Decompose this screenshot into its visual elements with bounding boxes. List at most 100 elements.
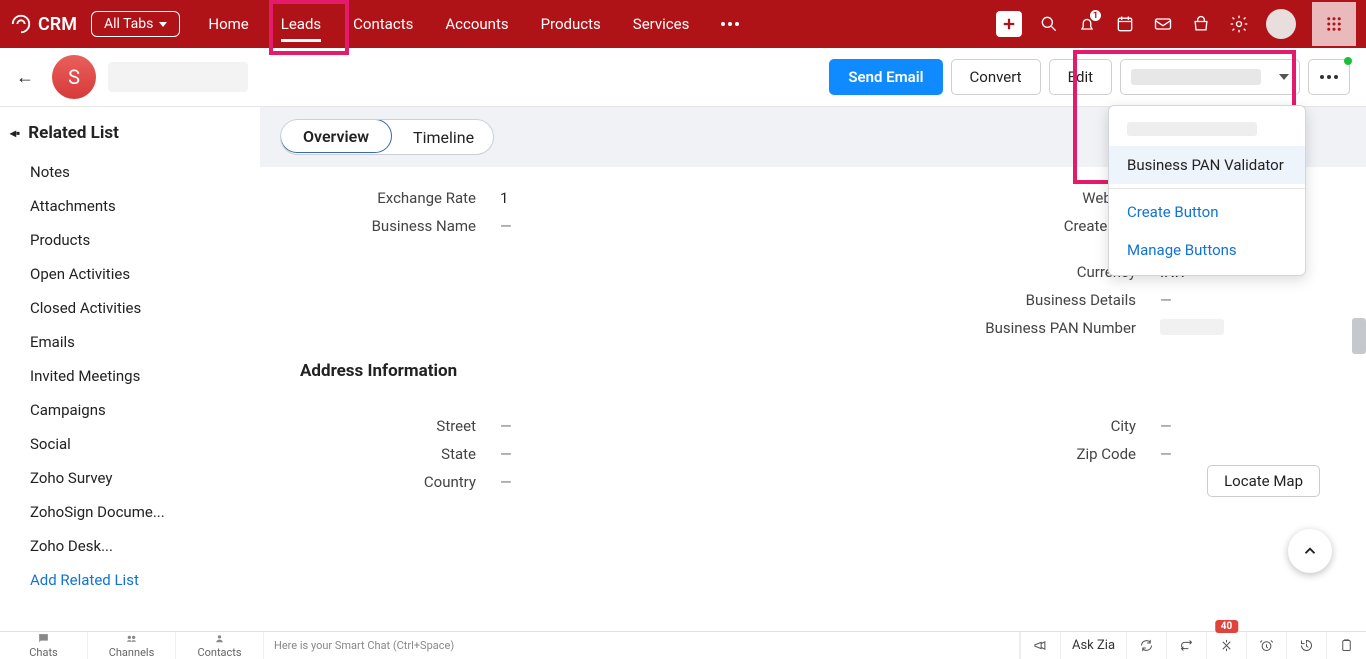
notification-icon[interactable]: 1 xyxy=(1076,13,1098,35)
label-street: Street xyxy=(300,417,500,435)
history-icon[interactable] xyxy=(1286,632,1326,659)
tab-overview[interactable]: Overview xyxy=(280,119,392,153)
channels-icon xyxy=(125,632,138,645)
back-arrow-icon[interactable]: ← xyxy=(16,67,34,88)
bottom-contacts-label: Contacts xyxy=(197,646,241,659)
refresh-icon[interactable] xyxy=(1126,632,1166,659)
value-city: — xyxy=(1160,417,1172,435)
value-country: — xyxy=(500,473,512,491)
lead-avatar: S xyxy=(52,55,96,99)
all-tabs-button[interactable]: All Tabs xyxy=(91,11,180,37)
value-street: — xyxy=(500,417,512,435)
bottom-bar: Chats Channels Contacts Here is your Sma… xyxy=(0,631,1366,659)
related-campaigns[interactable]: Campaigns xyxy=(10,393,250,427)
related-open-activities[interactable]: Open Activities xyxy=(10,257,250,291)
tab-contacts[interactable]: Contacts xyxy=(353,0,413,48)
related-list-pane: ◂▪ Related List Notes Attachments Produc… xyxy=(0,107,260,631)
dropdown-selected xyxy=(1131,69,1261,85)
label-business-name: Business Name xyxy=(300,217,500,253)
tab-services[interactable]: Services xyxy=(633,0,690,48)
label-zip: Zip Code xyxy=(840,445,1160,463)
sync-icon[interactable] xyxy=(1166,632,1206,659)
announce-icon[interactable] xyxy=(1020,632,1060,659)
label-business-details: Business Details xyxy=(840,291,1160,309)
scrollbar[interactable] xyxy=(1352,154,1366,554)
lead-name xyxy=(108,62,248,92)
locate-map-button[interactable]: Locate Map xyxy=(1207,465,1320,497)
caret-down-icon xyxy=(1279,74,1289,80)
clipboard-icon[interactable] xyxy=(1326,632,1366,659)
menu-item-bpv[interactable]: Business PAN Validator xyxy=(1109,146,1305,184)
section-address: Address Information xyxy=(300,361,1326,381)
menu-create-button[interactable]: Create Button xyxy=(1109,193,1305,231)
related-closed-activities[interactable]: Closed Activities xyxy=(10,291,250,325)
bottom-channels-label: Channels xyxy=(109,646,155,659)
value-business-name: — xyxy=(500,217,512,253)
zia-icon[interactable]: 40 xyxy=(1206,632,1246,659)
mail-icon[interactable] xyxy=(1152,13,1174,35)
alarm-icon[interactable] xyxy=(1246,632,1286,659)
bottom-contacts[interactable]: Contacts xyxy=(176,632,264,659)
label-business-pan: Business PAN Number xyxy=(840,319,1160,339)
calendar-icon[interactable] xyxy=(1114,13,1136,35)
zoho-icon xyxy=(10,13,32,35)
value-business-pan xyxy=(1160,319,1224,335)
status-dot-icon xyxy=(1344,57,1352,65)
store-icon[interactable] xyxy=(1190,13,1212,35)
header-actions: Send Email Convert Edit xyxy=(829,59,1350,95)
top-nav: CRM All Tabs Home Leads Contacts Account… xyxy=(0,0,1366,48)
more-actions-button[interactable] xyxy=(1308,59,1350,95)
related-social[interactable]: Social xyxy=(10,427,250,461)
related-zoho-survey[interactable]: Zoho Survey xyxy=(10,461,250,495)
app-switcher-icon[interactable] xyxy=(1312,2,1356,46)
add-related-list[interactable]: Add Related List xyxy=(10,563,250,597)
smart-chat-input[interactable]: Here is your Smart Chat (Ctrl+Space) xyxy=(264,632,1020,659)
related-invited-meetings[interactable]: Invited Meetings xyxy=(10,359,250,393)
related-emails[interactable]: Emails xyxy=(10,325,250,359)
related-zohosign-docs[interactable]: ZohoSign Docume... xyxy=(10,495,250,529)
gear-icon[interactable] xyxy=(1228,13,1250,35)
tab-accounts[interactable]: Accounts xyxy=(445,0,508,48)
bottom-chats[interactable]: Chats xyxy=(0,632,88,659)
tab-leads[interactable]: Leads xyxy=(281,0,321,48)
related-list-header: ◂▪ Related List xyxy=(10,123,250,143)
menu-separator xyxy=(1109,188,1305,189)
bottom-chats-label: Chats xyxy=(29,646,57,659)
related-products[interactable]: Products xyxy=(10,223,250,257)
menu-manage-buttons[interactable]: Manage Buttons xyxy=(1109,231,1305,269)
collapse-icon[interactable]: ◂▪ xyxy=(10,126,20,140)
value-state: — xyxy=(500,445,512,463)
menu-item-masked[interactable] xyxy=(1109,112,1305,146)
custom-button-menu: Business PAN Validator Create Button Man… xyxy=(1108,105,1306,276)
app-logo: CRM xyxy=(10,13,77,35)
related-list-title: Related List xyxy=(28,123,119,143)
custom-button-dropdown[interactable] xyxy=(1120,59,1300,95)
segment-control: Overview Timeline xyxy=(280,119,494,155)
tab-home[interactable]: Home xyxy=(208,0,248,48)
tabs-more-icon[interactable] xyxy=(721,22,739,26)
related-attachments[interactable]: Attachments xyxy=(10,189,250,223)
user-avatar[interactable] xyxy=(1266,9,1296,39)
contacts-icon xyxy=(213,632,226,645)
label-exchange-rate: Exchange Rate xyxy=(300,189,500,207)
scroll-top-button[interactable] xyxy=(1288,529,1332,573)
global-add-button[interactable] xyxy=(996,11,1022,37)
tab-products[interactable]: Products xyxy=(541,0,601,48)
convert-button[interactable]: Convert xyxy=(951,59,1041,95)
value-business-details: — xyxy=(1160,291,1172,309)
related-notes[interactable]: Notes xyxy=(10,155,250,189)
activity-count-badge: 40 xyxy=(1215,620,1238,633)
bottom-channels[interactable]: Channels xyxy=(88,632,176,659)
send-email-button[interactable]: Send Email xyxy=(829,59,942,95)
search-icon[interactable] xyxy=(1038,13,1060,35)
label-country: Country xyxy=(300,473,500,491)
tab-timeline[interactable]: Timeline xyxy=(391,120,494,154)
ask-zia-button[interactable]: Ask Zia xyxy=(1060,632,1126,659)
app-name: CRM xyxy=(38,14,77,35)
value-zip: — xyxy=(1160,445,1172,463)
related-zoho-desk[interactable]: Zoho Desk... xyxy=(10,529,250,563)
all-tabs-label: All Tabs xyxy=(104,16,153,32)
bottom-icons: Ask Zia 40 xyxy=(1020,632,1366,659)
top-icons: 1 xyxy=(996,2,1356,46)
edit-button[interactable]: Edit xyxy=(1049,59,1112,95)
